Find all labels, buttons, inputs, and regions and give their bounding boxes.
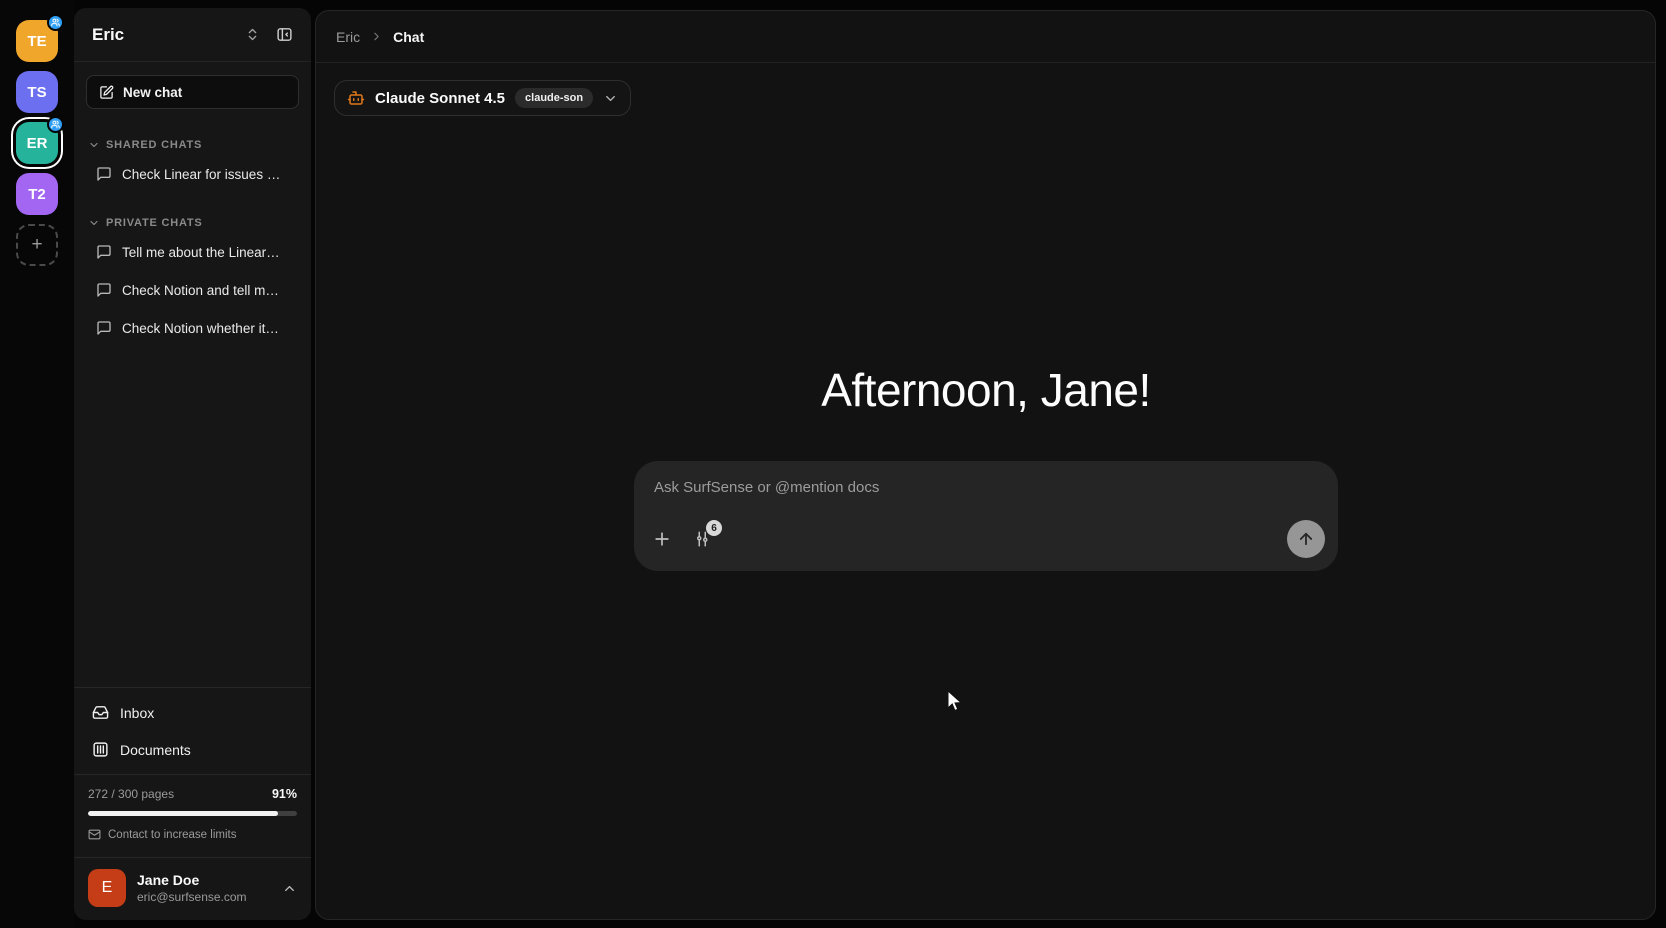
contact-label: Contact to increase limits bbox=[108, 829, 236, 841]
workspace-avatar-ts[interactable]: TS bbox=[16, 71, 58, 113]
sidebar-item-documents[interactable]: Documents bbox=[74, 731, 311, 768]
model-badge: claude-son bbox=[515, 88, 593, 108]
chevron-down-icon bbox=[603, 91, 618, 106]
nav-label: Documents bbox=[120, 742, 191, 758]
model-name: Claude Sonnet 4.5 bbox=[375, 90, 505, 107]
section-header-private-chats[interactable]: PRIVATE CHATS bbox=[74, 213, 311, 233]
section-label: SHARED CHATS bbox=[106, 139, 202, 151]
breadcrumb-current: Chat bbox=[393, 29, 424, 45]
sidebar-header: Eric bbox=[74, 8, 311, 62]
contact-increase-limits-link[interactable]: Contact to increase limits bbox=[88, 828, 297, 841]
bot-icon bbox=[347, 89, 365, 107]
workspace-initials: TS bbox=[27, 84, 46, 101]
profile-email: eric@surfsense.com bbox=[137, 890, 271, 904]
new-chat-button[interactable]: New chat bbox=[86, 75, 299, 109]
send-button[interactable] bbox=[1287, 520, 1325, 558]
section-header-shared-chats[interactable]: SHARED CHATS bbox=[74, 135, 311, 155]
model-selector[interactable]: Claude Sonnet 4.5 claude-son bbox=[334, 80, 631, 116]
chat-item-label: Check Notion whether it… bbox=[122, 321, 279, 336]
mail-icon bbox=[88, 828, 101, 841]
message-square-icon bbox=[96, 320, 112, 336]
chat-item-private-2[interactable]: Check Notion whether it… bbox=[74, 309, 311, 347]
message-square-icon bbox=[96, 166, 112, 182]
usage-pages: 272 / 300 pages bbox=[88, 787, 174, 801]
workspace-rail: TE TS ER T2 + bbox=[0, 0, 74, 928]
chat-item-private-0[interactable]: Tell me about the Linear… bbox=[74, 233, 311, 271]
chat-item-label: Check Notion and tell m… bbox=[122, 283, 279, 298]
breadcrumb-parent[interactable]: Eric bbox=[336, 29, 360, 45]
workspace-title: Eric bbox=[92, 25, 241, 45]
sidebar: Eric New chat SHARED CHATS Check Linear … bbox=[74, 8, 311, 920]
plus-icon bbox=[652, 529, 672, 549]
chevron-up-icon bbox=[282, 881, 297, 896]
composer-toolbar: 6 bbox=[652, 520, 1325, 558]
section-label: PRIVATE CHATS bbox=[106, 217, 203, 229]
greeting-heading: Afternoon, Jane! bbox=[634, 363, 1338, 417]
composer[interactable]: 6 bbox=[634, 461, 1338, 571]
nav-label: Inbox bbox=[120, 705, 154, 721]
workspace-avatar-te[interactable]: TE bbox=[16, 20, 58, 62]
chevrons-up-down-icon[interactable] bbox=[241, 23, 264, 46]
usage-percent: 91% bbox=[272, 787, 297, 801]
message-square-icon bbox=[96, 282, 112, 298]
workspace-initials: ER bbox=[27, 135, 48, 152]
square-pen-icon bbox=[99, 85, 114, 100]
workspace-initials: T2 bbox=[28, 186, 46, 203]
attach-button[interactable] bbox=[652, 529, 672, 549]
message-square-icon bbox=[96, 244, 112, 260]
workspace-avatar-t2[interactable]: T2 bbox=[16, 173, 58, 215]
chat-item-label: Tell me about the Linear… bbox=[122, 245, 280, 260]
plus-icon: + bbox=[31, 234, 42, 256]
sidebar-item-inbox[interactable]: Inbox bbox=[74, 694, 311, 731]
new-chat-label: New chat bbox=[123, 85, 182, 100]
chevron-down-icon bbox=[88, 139, 100, 151]
chat-item-shared-0[interactable]: Check Linear for issues … bbox=[74, 155, 311, 193]
sources-count-badge: 6 bbox=[706, 520, 722, 536]
chat-input[interactable] bbox=[654, 479, 1214, 496]
add-workspace-button[interactable]: + bbox=[16, 224, 58, 266]
library-icon bbox=[92, 741, 109, 758]
chat-item-label: Check Linear for issues … bbox=[122, 167, 280, 182]
panel-collapse-icon[interactable] bbox=[272, 22, 297, 47]
users-icon bbox=[47, 14, 64, 31]
users-icon bbox=[47, 116, 64, 133]
workspace-initials: TE bbox=[27, 33, 46, 50]
sidebar-footer: Inbox Documents 272 / 300 pages 91% Cont… bbox=[74, 687, 311, 920]
chat-item-private-1[interactable]: Check Notion and tell m… bbox=[74, 271, 311, 309]
avatar: E bbox=[88, 869, 126, 907]
usage-progress-fill bbox=[88, 811, 278, 816]
sources-button[interactable]: 6 bbox=[694, 530, 712, 548]
main-panel: Eric Chat Claude Sonnet 4.5 claude-son A… bbox=[315, 10, 1656, 920]
usage-progress-bar bbox=[88, 811, 297, 816]
divider bbox=[74, 687, 311, 688]
chevron-right-icon bbox=[370, 30, 383, 43]
usage-meter: 272 / 300 pages 91% Contact to increase … bbox=[74, 775, 311, 857]
profile-name: Jane Doe bbox=[137, 872, 271, 888]
profile-meta: Jane Doe eric@surfsense.com bbox=[137, 872, 271, 904]
workspace-avatar-er-selected[interactable]: ER bbox=[16, 122, 58, 164]
inbox-icon bbox=[92, 704, 109, 721]
breadcrumb: Eric Chat bbox=[316, 11, 1655, 63]
user-profile-button[interactable]: E Jane Doe eric@surfsense.com bbox=[74, 858, 311, 920]
chevron-down-icon bbox=[88, 217, 100, 229]
arrow-up-icon bbox=[1297, 530, 1315, 548]
